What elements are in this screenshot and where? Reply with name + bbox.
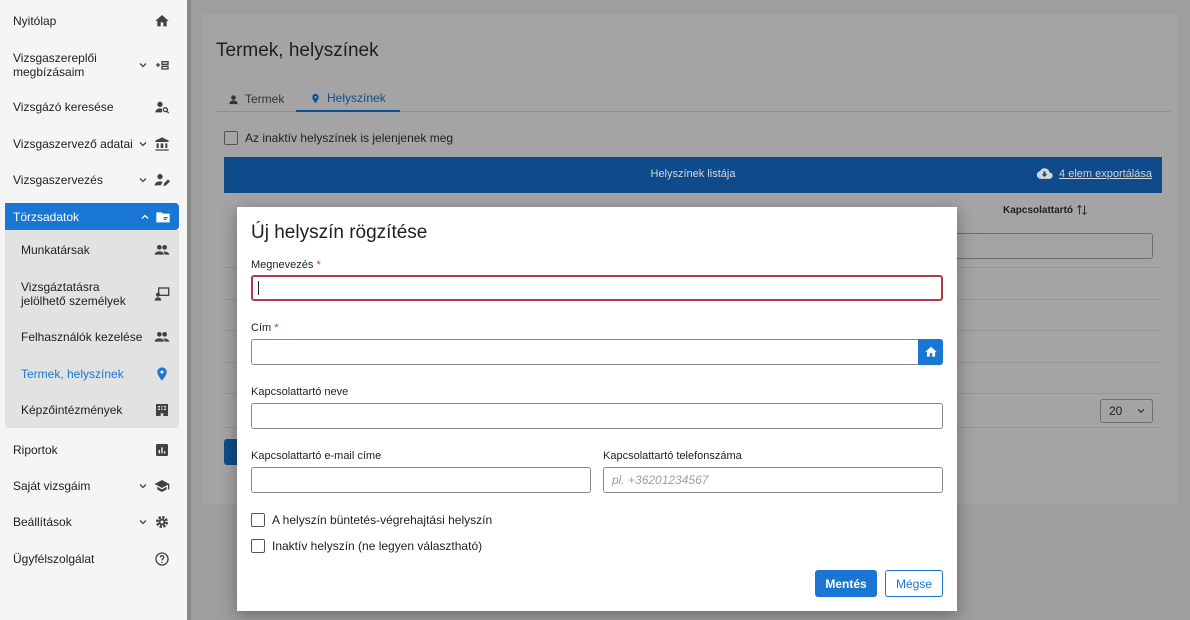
- penal-location-label: A helyszín büntetés-végrehajtási helyszí…: [272, 513, 493, 527]
- chevron-down-icon: [1138, 408, 1145, 414]
- penal-location-checkbox-row[interactable]: A helyszín büntetés-végrehajtási helyszí…: [251, 513, 492, 527]
- folder-icon: [156, 211, 170, 222]
- sidebar-subitem-kepzointezmenyek[interactable]: Képzőintézmények: [0, 396, 187, 424]
- inactive-location-checkbox[interactable]: [251, 539, 265, 553]
- penal-location-checkbox[interactable]: [251, 513, 265, 527]
- page-size-value: 20: [1109, 404, 1123, 418]
- text-caret: [258, 281, 259, 295]
- chevron-down-icon: [139, 178, 147, 183]
- graduation-cap-icon: [154, 480, 170, 492]
- location-pin-icon: [312, 93, 319, 103]
- cancel-button[interactable]: Mégse: [885, 570, 943, 597]
- column-header-label: Kapcsolattartó: [1003, 204, 1074, 216]
- address-input[interactable]: [251, 339, 919, 365]
- export-label: 4 elem exportálása: [1059, 167, 1152, 180]
- sidebar-item-label: Vizsgáztatásra jelölhető személyek: [21, 280, 126, 308]
- contact-email-label: Kapcsolattartó e-mail címe: [251, 450, 382, 462]
- chevron-down-icon: [139, 484, 147, 489]
- sidebar-item-label: Felhasználók kezelése: [21, 330, 143, 344]
- page-title: Termek, helyszínek: [216, 40, 379, 61]
- sidebar-item-riportok[interactable]: Riportok: [0, 437, 187, 463]
- contact-filter-input[interactable]: [940, 233, 1153, 259]
- sidebar-item-sajat-vizsgaim[interactable]: Saját vizsgáim: [0, 473, 187, 499]
- list-title: Helyszínek listája: [650, 168, 736, 180]
- people-icon: [154, 332, 170, 342]
- tab-bar: Termek Helyszínek: [216, 86, 1170, 112]
- gear-icon: [156, 516, 168, 528]
- chevron-down-icon: [139, 520, 147, 525]
- sidebar-divider: [187, 0, 191, 620]
- sidebar-item-vizsgaszervezes[interactable]: Vizsgaszervezés: [0, 167, 187, 193]
- page-size-select[interactable]: 20: [1100, 399, 1153, 423]
- institution-icon: [155, 137, 169, 151]
- home-icon: [155, 15, 169, 27]
- sidebar-item-vizsgaszervezo-adatai[interactable]: Vizsgaszervező adatai: [0, 131, 187, 157]
- show-inactive-label: Az inaktív helyszínek is jelenjenek meg: [245, 131, 454, 145]
- contact-phone-label: Kapcsolattartó telefonszáma: [603, 450, 742, 462]
- sidebar-item-beallitasok[interactable]: Beállítások: [0, 509, 187, 535]
- building-icon: [156, 404, 168, 416]
- person-icon: [229, 94, 238, 104]
- sidebar-subitem-munkatarsak[interactable]: Munkatársak: [0, 236, 187, 264]
- tab-termek[interactable]: Termek: [228, 86, 284, 112]
- sidebar-subitem-felhasznalok[interactable]: Felhasználók kezelése: [0, 323, 187, 351]
- cloud-download-icon: [1036, 168, 1053, 179]
- sidebar-item-label: Termek, helyszínek: [21, 367, 124, 381]
- contact-name-input[interactable]: [251, 403, 943, 429]
- sidebar-item-torzsadatok[interactable]: Törzsadatok: [5, 203, 179, 230]
- tab-helyszinek[interactable]: Helyszínek: [296, 86, 400, 112]
- inactive-location-checkbox-row[interactable]: Inaktív helyszín (ne legyen választható): [251, 539, 482, 553]
- address-label-text: Cím: [251, 322, 272, 334]
- new-location-dialog: Új helyszín rögzítése Megnevezés * Cím *…: [237, 207, 957, 611]
- required-mark: *: [316, 259, 321, 271]
- sidebar-item-label: Munkatársak: [21, 243, 90, 257]
- chevron-up-icon: [141, 214, 149, 219]
- chart-icon: [156, 444, 168, 456]
- new-location-button[interactable]: [224, 439, 238, 465]
- help-icon: [155, 552, 169, 566]
- contact-name-label: Kapcsolattartó neve: [251, 386, 349, 398]
- sidebar-item-label: Képzőintézmények: [21, 403, 123, 417]
- tab-label: Helyszínek: [327, 91, 386, 105]
- show-inactive-checkbox-row[interactable]: Az inaktív helyszínek is jelenjenek meg: [224, 131, 453, 145]
- contact-email-input[interactable]: [251, 467, 591, 493]
- save-button[interactable]: Mentés: [815, 570, 877, 597]
- assignment-icon: [156, 61, 169, 70]
- export-link[interactable]: 4 elem exportálása: [1036, 167, 1152, 180]
- sidebar-item-nyitolap[interactable]: Nyitólap: [0, 8, 187, 34]
- sidebar-subitem-termek-helyszinek[interactable]: Termek, helyszínek: [0, 360, 187, 388]
- name-label-text: Megnevezés: [251, 259, 314, 271]
- list-header: Helyszínek listája 4 elem exportálása: [224, 157, 1162, 193]
- column-header-contact[interactable]: Kapcsolattartó: [1003, 204, 1088, 216]
- person-edit-icon: [154, 174, 170, 186]
- people-icon: [154, 245, 170, 255]
- sidebar: Nyitólap Vizsgaszereplői megbízásaim Viz…: [0, 0, 190, 620]
- home-icon: [924, 346, 937, 357]
- tab-label: Termek: [245, 92, 285, 106]
- sidebar-item-ugyfelszolgalat[interactable]: Ügyfélszolgálat: [0, 546, 187, 572]
- address-label: Cím *: [251, 322, 279, 334]
- required-mark: *: [274, 322, 279, 334]
- sort-icon: [1077, 204, 1087, 216]
- sidebar-item-label: Vizsgaszereplői megbízásaim: [13, 51, 97, 79]
- location-pin-icon: [157, 367, 167, 381]
- name-input[interactable]: [251, 275, 943, 301]
- sidebar-item-vizsgazo-keresese[interactable]: Vizsgázó keresése: [0, 94, 187, 120]
- show-inactive-checkbox[interactable]: [224, 131, 238, 145]
- address-lookup-button[interactable]: [918, 339, 943, 365]
- contact-phone-input[interactable]: [603, 467, 943, 493]
- person-board-icon: [154, 287, 170, 301]
- chevron-down-icon: [139, 63, 147, 68]
- person-search-icon: [155, 101, 170, 114]
- sidebar-item-megbizasaim[interactable]: Vizsgaszereplői megbízásaim: [0, 49, 187, 81]
- inactive-location-label: Inaktív helyszín (ne legyen választható): [272, 539, 483, 553]
- sidebar-subitem-vizsgaztatasra[interactable]: Vizsgáztatásra jelölhető személyek: [0, 278, 187, 310]
- chevron-down-icon: [139, 142, 147, 147]
- name-label: Megnevezés *: [251, 259, 321, 271]
- dialog-title: Új helyszín rögzítése: [251, 222, 428, 243]
